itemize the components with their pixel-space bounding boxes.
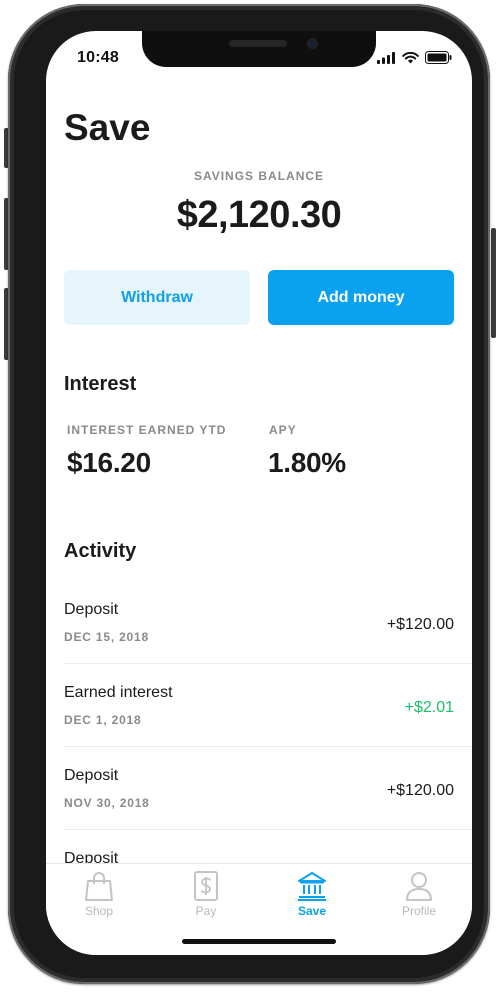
activity-title: Deposit — [64, 767, 119, 784]
activity-date: NOV 30, 2018 — [64, 796, 150, 810]
interest-earned-value: $16.20 — [67, 447, 151, 478]
tab-label: Pay — [195, 904, 217, 918]
tab-shop[interactable]: Shop — [59, 870, 139, 918]
tab-profile[interactable]: Profile — [379, 870, 459, 918]
screen: 10:48 Save SAVINGS BALANCE $2,120.30 Wit… — [46, 31, 472, 955]
activity-row[interactable]: Deposit DEC 15, 2018 +$120.00 — [64, 581, 472, 664]
activity-amount: +$120.00 — [386, 782, 454, 799]
wifi-icon — [402, 51, 419, 63]
person-icon — [406, 872, 432, 901]
add-money-button[interactable]: Add money — [268, 270, 454, 325]
notch — [142, 31, 376, 67]
activity-date: DEC 1, 2018 — [64, 713, 142, 727]
apy-label: APY — [269, 423, 297, 437]
interest-earned-label: INTEREST EARNED YTD — [67, 423, 227, 437]
status-time: 10:48 — [77, 49, 119, 66]
front-camera — [307, 38, 318, 49]
activity-date: DEC 15, 2018 — [64, 630, 149, 644]
tab-pay[interactable]: Pay — [166, 870, 246, 918]
activity-row[interactable]: Deposit NOV 30, 2018 +$120.00 — [64, 747, 472, 830]
shopping-bag-icon — [85, 872, 113, 901]
withdraw-button[interactable]: Withdraw — [64, 270, 250, 325]
status-icons — [377, 51, 452, 64]
tab-label: Profile — [401, 904, 436, 918]
page-title: Save — [64, 107, 151, 148]
activity-title: Deposit — [64, 601, 119, 618]
tab-label: Shop — [84, 904, 114, 918]
home-indicator[interactable] — [182, 939, 336, 944]
activity-row[interactable]: Earned interest DEC 1, 2018 +$2.01 — [64, 664, 472, 747]
activity-amount: +$120.00 — [386, 616, 454, 633]
apy-value: 1.80% — [268, 447, 346, 478]
activity-section-title: Activity — [64, 540, 137, 562]
speaker — [229, 40, 287, 47]
bank-icon — [298, 872, 326, 901]
dollar-receipt-icon — [194, 871, 218, 901]
signal-icon — [377, 51, 395, 64]
phone-frame: 10:48 Save SAVINGS BALANCE $2,120.30 Wit… — [8, 4, 490, 984]
interest-section-title: Interest — [64, 373, 137, 395]
savings-balance-amount: $2,120.30 — [176, 194, 342, 236]
battery-icon — [425, 51, 452, 64]
savings-balance-label: SAVINGS BALANCE — [193, 169, 325, 183]
tab-save[interactable]: Save — [272, 870, 352, 918]
power-button — [491, 228, 496, 338]
tab-label: Save — [297, 904, 327, 918]
activity-amount: +$2.01 — [404, 699, 454, 716]
activity-title: Earned interest — [64, 684, 173, 701]
